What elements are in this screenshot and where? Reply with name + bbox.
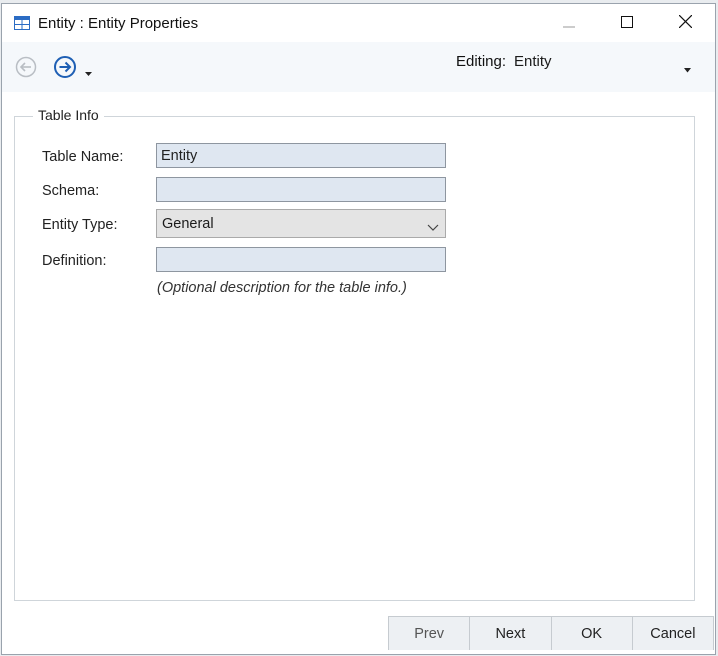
back-icon[interactable] <box>15 56 37 78</box>
chevron-down-icon <box>684 60 692 76</box>
forward-icon[interactable] <box>53 55 77 79</box>
toolbar: Editing: Entity <box>2 42 715 92</box>
prev-button[interactable]: Prev <box>389 617 471 650</box>
editing-label: Editing: <box>456 53 507 70</box>
chevron-down-icon <box>427 219 439 235</box>
entity-type-label: Entity Type: <box>42 217 118 233</box>
definition-label: Definition: <box>42 253 107 269</box>
table-icon <box>14 16 30 30</box>
close-button[interactable] <box>656 4 714 42</box>
properties-window: Entity : Entity Properties Editing: Enti… <box>1 3 716 655</box>
cancel-button[interactable]: Cancel <box>633 617 714 650</box>
entity-type-value: General <box>162 216 214 232</box>
table-name-label: Table Name: <box>42 149 124 165</box>
title-bar[interactable]: Entity : Entity Properties <box>2 4 715 42</box>
ok-button[interactable]: OK <box>552 617 633 650</box>
maximize-button[interactable] <box>598 4 656 42</box>
entity-type-select[interactable]: General <box>156 209 446 238</box>
navigation-dropdown-icon[interactable] <box>85 64 93 76</box>
group-label: Table Info <box>33 107 104 123</box>
close-icon <box>678 14 692 31</box>
next-button[interactable]: Next <box>470 617 552 650</box>
schema-label: Schema: <box>42 183 100 199</box>
maximize-icon <box>621 15 633 31</box>
table-name-input[interactable] <box>156 143 446 168</box>
dialog-button-bar: Prev Next OK Cancel <box>388 616 714 650</box>
editing-select-value: Entity <box>514 53 552 70</box>
minimize-icon <box>563 15 575 31</box>
window-title: Entity : Entity Properties <box>38 15 199 32</box>
schema-input[interactable] <box>156 177 446 202</box>
editing-select[interactable]: Entity <box>512 49 700 75</box>
definition-input[interactable] <box>156 247 446 272</box>
minimize-button[interactable] <box>540 4 598 42</box>
definition-hint: (Optional description for the table info… <box>157 280 407 296</box>
